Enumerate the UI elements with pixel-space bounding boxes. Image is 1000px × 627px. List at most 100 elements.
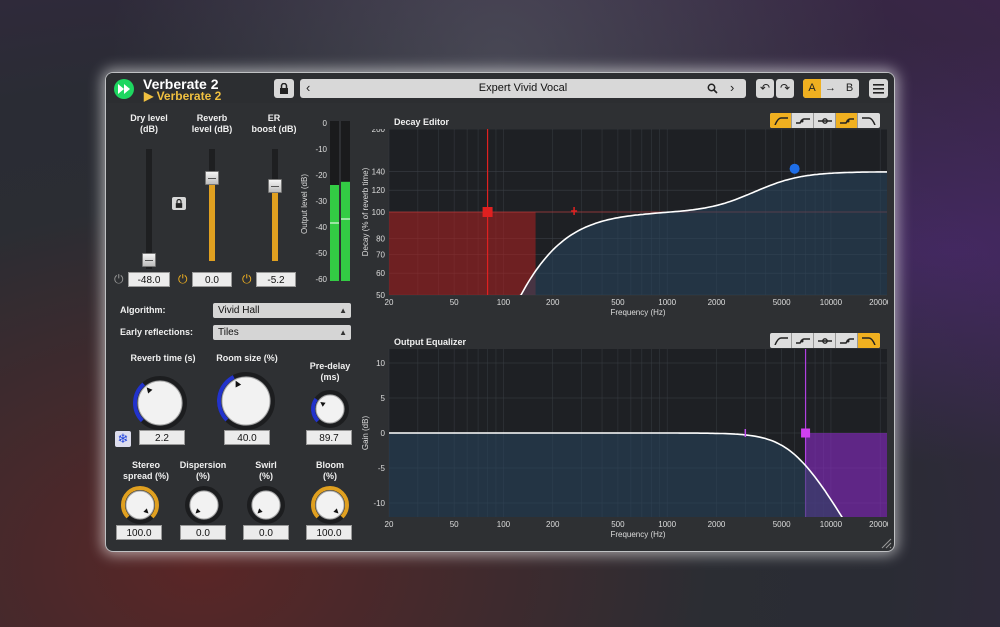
next-preset-icon[interactable]: › — [730, 80, 734, 95]
meter-tick-label: -30 — [315, 197, 327, 206]
x-tick-label: 10000 — [820, 298, 843, 307]
high-shelf-handle[interactable] — [789, 163, 800, 174]
ab-b-button[interactable]: B — [840, 79, 859, 98]
output-eq-title: Output Equalizer — [394, 337, 466, 347]
undo-button[interactable]: ↶ — [756, 79, 774, 98]
bloom-value[interactable]: 100.0 — [306, 525, 352, 540]
reverb-level-thumb[interactable] — [205, 171, 219, 185]
bloom-knob[interactable] — [310, 485, 350, 525]
reverb-power-icon[interactable]: ⏻ — [178, 273, 188, 285]
eq-low-cut-button[interactable] — [770, 333, 792, 348]
algorithm-value: Vivid Hall — [218, 305, 260, 316]
reverb-level-value[interactable]: 0.0 — [192, 272, 232, 287]
ab-compare: A → B — [803, 79, 859, 98]
y-axis-label: Gain (dB) — [361, 416, 370, 451]
swirl-value[interactable]: 0.0 — [243, 525, 289, 540]
redo-icon: ↷ — [779, 81, 791, 95]
er-boost-value[interactable]: -5.2 — [256, 272, 296, 287]
knob-body — [251, 490, 281, 520]
output-level-label: Output level (dB) — [300, 174, 309, 234]
bell-icon — [817, 117, 832, 124]
eq-high-cut-button[interactable] — [858, 333, 880, 348]
dry-level-value[interactable]: -48.0 — [128, 272, 170, 287]
resize-grip-icon[interactable] — [880, 537, 892, 549]
preset-selector[interactable]: ‹ Expert Vivid Vocal › — [300, 79, 746, 98]
x-tick-label: 20000 — [869, 298, 888, 307]
reverb-time-value[interactable]: 2.2 — [139, 430, 185, 445]
link-faders-button[interactable] — [172, 197, 186, 210]
dispersion-knob[interactable] — [184, 485, 224, 525]
search-icon[interactable] — [707, 83, 718, 94]
x-tick-label: 50 — [450, 520, 459, 529]
ab-a-button[interactable]: A — [803, 79, 821, 98]
early-reflections-select[interactable]: Tiles ▲ — [213, 325, 351, 340]
x-tick-label: 20000 — [869, 520, 888, 529]
meter-tick-label: -20 — [315, 171, 327, 180]
header-bar: Verberate 2 ▶ Verberate 2 ‹ Expert Vivid… — [106, 73, 894, 103]
low-cut-filter-button[interactable] — [770, 113, 792, 128]
high-cut-filter-button[interactable] — [858, 113, 880, 128]
stereo-spread-knob[interactable] — [120, 485, 160, 525]
eq-bell-button[interactable] — [814, 333, 836, 348]
freeze-button[interactable]: ❄ — [115, 431, 131, 447]
low-shelf-filter-button[interactable] — [792, 113, 814, 128]
stereo-spread-value[interactable]: 100.0 — [116, 525, 162, 540]
bell-filter-button[interactable] — [814, 113, 836, 128]
x-tick-label: 2000 — [708, 520, 726, 529]
reverb-level-fill — [209, 173, 215, 261]
room-size-value[interactable]: 40.0 — [224, 430, 270, 445]
low-cut-icon — [773, 336, 788, 345]
menu-button[interactable] — [869, 79, 888, 98]
pre-delay-knob[interactable] — [310, 389, 350, 429]
algorithm-select[interactable]: Vivid Hall ▲ — [213, 303, 351, 318]
redo-button[interactable]: ↷ — [776, 79, 794, 98]
y-tick-label: 140 — [372, 168, 386, 177]
y-tick-label: 60 — [376, 269, 385, 278]
high-shelf-filter-button[interactable] — [836, 113, 858, 128]
y-tick-label: 120 — [372, 186, 386, 195]
high-shelf-icon — [839, 337, 854, 344]
y-tick-label: 70 — [376, 251, 385, 260]
decay-filter-buttons — [770, 113, 880, 128]
er-boost-track[interactable] — [272, 149, 278, 261]
dry-level-thumb[interactable] — [142, 253, 156, 267]
swirl-label: Swirl (%) — [255, 460, 277, 481]
y-tick-label: 10 — [376, 359, 385, 368]
algorithm-label: Algorithm: — [120, 305, 166, 315]
ab-copy-icon[interactable]: → — [821, 79, 840, 98]
reverb-time-knob[interactable] — [132, 375, 188, 431]
knob-body — [125, 490, 155, 520]
room-size-knob[interactable] — [216, 371, 276, 431]
y-tick-label: 100 — [372, 208, 386, 217]
eq-low-shelf-button[interactable] — [792, 333, 814, 348]
bell-icon — [817, 337, 832, 344]
dry-power-icon[interactable]: ⏻ — [114, 273, 124, 285]
reverb-level-label: Reverb level (dB) — [191, 113, 233, 134]
dry-level-track[interactable] — [146, 149, 152, 269]
dispersion-value[interactable]: 0.0 — [180, 525, 226, 540]
snowflake-icon: ❄ — [117, 431, 129, 446]
low-shelf-icon — [795, 337, 810, 344]
swirl-knob[interactable] — [246, 485, 286, 525]
meter-tick-label: 0 — [323, 119, 328, 128]
high-shelf-icon — [839, 117, 854, 124]
lock-icon — [280, 82, 288, 94]
decay-editor-graph[interactable]: 20501002005001000200050001000020000Frequ… — [358, 129, 888, 321]
x-tick-label: 5000 — [773, 298, 791, 307]
high-cut-icon — [862, 336, 876, 345]
low-cut-handle[interactable] — [482, 207, 493, 217]
lock-preset-button[interactable] — [274, 79, 294, 98]
pre-delay-value[interactable]: 89.7 — [306, 430, 352, 445]
er-power-icon[interactable]: ⏻ — [242, 273, 252, 285]
er-boost-label: ER boost (dB) — [251, 113, 297, 134]
logo-icon[interactable] — [114, 79, 134, 99]
high-cut-handle[interactable] — [801, 428, 811, 438]
bloom-label: Bloom (%) — [316, 460, 344, 481]
preset-subtitle[interactable]: ▶ Verberate 2 — [144, 89, 221, 103]
eq-high-shelf-button[interactable] — [836, 333, 858, 348]
reverb-level-track[interactable] — [209, 149, 215, 261]
output-eq-graph[interactable]: 20501002005001000200050001000020000Frequ… — [358, 349, 888, 543]
y-tick-label: 200 — [372, 129, 386, 134]
lock-icon — [175, 198, 183, 208]
er-boost-thumb[interactable] — [268, 179, 282, 193]
